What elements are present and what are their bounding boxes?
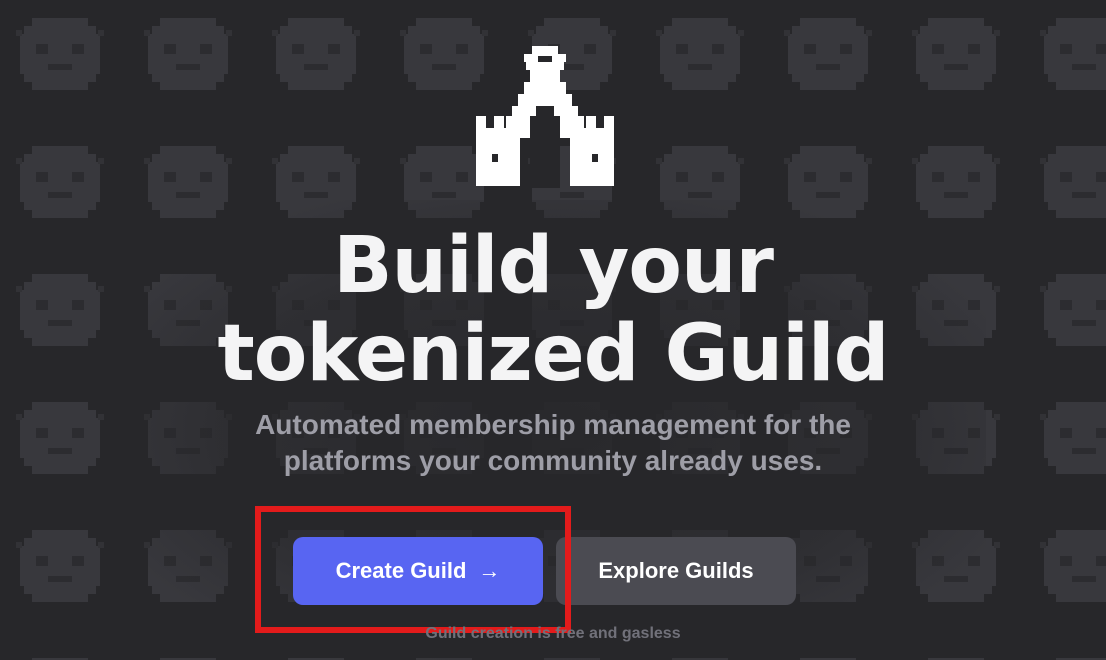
hero-title-line2: tokenized Guild: [217, 309, 890, 399]
hero-subtitle-line2: platforms your community already uses.: [283, 445, 823, 476]
create-guild-button[interactable]: Create Guild →: [293, 537, 543, 605]
explore-guilds-label: Explore Guilds: [598, 558, 754, 583]
hero-title-line1: Build your: [333, 221, 774, 311]
creation-footnote: Guild creation is free and gasless: [425, 625, 681, 642]
arrow-right-icon: →: [478, 558, 501, 583]
explore-guilds-button[interactable]: Explore Guilds: [556, 537, 796, 605]
hero-subtitle-line1: Automated membership management for the: [255, 409, 851, 440]
guild-castle-logo: [474, 46, 616, 188]
landing-page: Build your tokenized Guild Automated mem…: [0, 0, 1106, 660]
create-guild-label: Create Guild: [335, 558, 467, 583]
